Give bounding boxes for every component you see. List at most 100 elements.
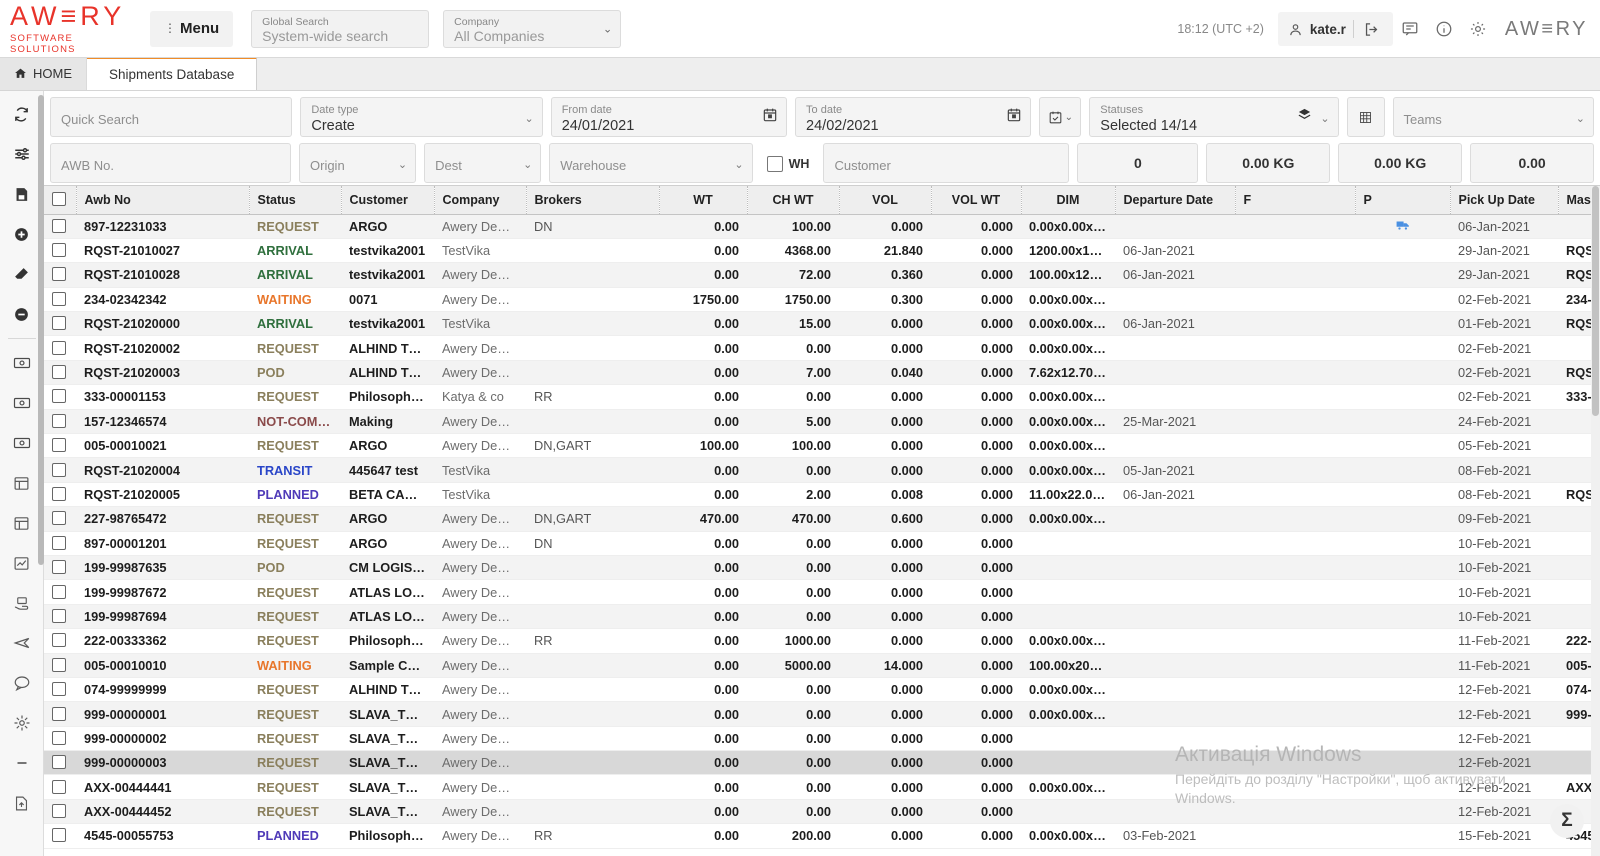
row-select-cell[interactable] — [44, 409, 76, 435]
layers-icon[interactable] — [1297, 107, 1312, 127]
tab-home[interactable]: HOME — [0, 57, 87, 90]
wh-checkbox[interactable] — [766, 156, 783, 172]
table-row[interactable]: 999-00000002 REQUEST SLAVA_TEST... Awery De… — [44, 726, 1600, 752]
table-row[interactable]: 234-02342342 WAITING 0071 Awery Demo ... 175… — [44, 287, 1600, 313]
company-select[interactable]: Company All Companies ⌄ — [443, 9, 622, 48]
row-select-cell[interactable] — [44, 823, 76, 849]
row-checkbox[interactable] — [52, 535, 66, 550]
table-row[interactable]: AXX-00444452 REQUEST SLAVA_TEST... Awery De… — [44, 799, 1600, 825]
scrollbar-thumb[interactable] — [1592, 186, 1599, 416]
column-header-customer[interactable]: Customer — [341, 186, 435, 215]
table-row[interactable]: 999-00000001 REQUEST SLAVA_TEST... Awery De… — [44, 701, 1600, 727]
menu-button[interactable]: ⋮ Menu — [150, 10, 234, 47]
warehouse-select[interactable]: Warehouse ⌄ — [549, 143, 753, 183]
column-header-p[interactable]: P — [1355, 186, 1451, 215]
table-row[interactable]: AXX-00444441 REQUEST SLAVA_TEST... Awery De… — [44, 774, 1600, 800]
table-row[interactable]: RQST-21010028 ARRIVAL testvika2001 Awery De… — [44, 262, 1600, 288]
row-select-cell[interactable] — [44, 506, 76, 532]
select-all-checkbox[interactable] — [52, 192, 66, 207]
save-report-icon[interactable] — [2, 174, 42, 214]
row-checkbox[interactable] — [52, 340, 66, 355]
select-all-header[interactable] — [44, 186, 77, 215]
column-header-brokers[interactable]: Brokers — [526, 186, 660, 215]
table-row[interactable]: 005-00010021 REQUEST ARGO Awery Demo ... DN,… — [44, 433, 1600, 459]
row-checkbox[interactable] — [52, 730, 66, 745]
row-select-cell[interactable] — [44, 287, 76, 313]
row-select-cell[interactable] — [44, 262, 76, 288]
chat-icon[interactable] — [1393, 12, 1427, 46]
dest-select[interactable]: Dest ⌄ — [424, 143, 542, 183]
minus-icon[interactable] — [2, 743, 42, 783]
row-checkbox[interactable] — [52, 291, 66, 306]
table-row[interactable]: 222-00333362 REQUEST Philosophy G... Awery … — [44, 628, 1600, 654]
table-row[interactable]: 157-12346574 NOT-COMPL... Making Awery Demo… — [44, 409, 1600, 435]
table-row[interactable]: 4545-00055753 PLANNED Philosophy G... Awery… — [44, 823, 1600, 849]
column-header-vol-wt[interactable]: VOL WT — [931, 186, 1022, 215]
row-checkbox[interactable] — [52, 657, 66, 672]
table-row[interactable]: 999-00000003 REQUEST SLAVA_TEST... Awery De… — [44, 750, 1600, 776]
chart-icon[interactable] — [2, 543, 42, 583]
table-row[interactable]: RQST-21020003 POD ALHIND TOU... Awery Demo … — [44, 360, 1600, 386]
row-checkbox[interactable] — [52, 243, 66, 258]
row-select-cell[interactable] — [44, 628, 76, 654]
calendar-icon[interactable] — [1006, 107, 1022, 128]
cell-p[interactable] — [1355, 214, 1450, 239]
row-select-cell[interactable] — [44, 750, 76, 776]
row-checkbox[interactable] — [52, 804, 66, 819]
table-2-icon[interactable] — [2, 503, 42, 543]
hand-cargo-icon[interactable] — [2, 583, 42, 623]
row-checkbox[interactable] — [52, 633, 66, 648]
column-header-awb-no[interactable]: Awb No — [76, 186, 250, 215]
comment-icon[interactable] — [2, 663, 42, 703]
statuses-select[interactable]: Statuses Selected 14/14 ⌄ — [1089, 97, 1339, 137]
calendar-icon[interactable] — [762, 107, 778, 128]
wh-checkbox-group[interactable]: WH — [761, 143, 816, 185]
awb-no-input[interactable]: AWB No. — [50, 143, 291, 183]
table-row[interactable]: RQST-21020000 ARRIVAL testvika2001 TestVika… — [44, 311, 1600, 337]
row-select-cell[interactable] — [44, 335, 76, 361]
row-select-cell[interactable] — [44, 653, 76, 678]
table-row[interactable]: 005-00010010 WAITING Sample Cust... Awery D… — [44, 653, 1600, 678]
row-checkbox[interactable] — [52, 438, 66, 453]
column-header-f[interactable]: F — [1235, 186, 1356, 215]
column-header-pick-up-date[interactable]: Pick Up Date — [1450, 186, 1559, 215]
table-row[interactable]: RQST-21010027 ARRIVAL testvika2001 TestVika… — [44, 238, 1600, 264]
calendar-check-button[interactable]: ⌄ — [1039, 97, 1082, 137]
grid-config-button[interactable] — [1346, 97, 1385, 137]
tab-shipments-database[interactable]: Shipments Database — [87, 57, 258, 90]
row-checkbox[interactable] — [52, 486, 66, 501]
logout-icon[interactable] — [1361, 18, 1383, 40]
settings-star-icon[interactable] — [2, 703, 42, 743]
gear-icon[interactable] — [1461, 12, 1495, 46]
add-icon[interactable] — [2, 214, 42, 254]
customer-input[interactable]: Customer — [823, 143, 1070, 183]
table-row[interactable]: 897-00001201 REQUEST ARGO Awery Demo ... DN 0… — [44, 531, 1600, 556]
row-checkbox[interactable] — [52, 218, 66, 233]
user-menu[interactable]: kate.r — [1277, 12, 1393, 46]
row-checkbox[interactable] — [52, 413, 66, 428]
row-select-cell[interactable] — [44, 214, 76, 239]
row-select-cell[interactable] — [44, 384, 76, 410]
row-select-cell[interactable] — [44, 457, 76, 483]
info-icon[interactable] — [1427, 12, 1461, 46]
column-header-company[interactable]: Company — [434, 186, 527, 215]
row-select-cell[interactable] — [44, 433, 76, 459]
filter-settings-icon[interactable] — [2, 134, 42, 174]
table-row[interactable]: 227-98765472 REQUEST ARGO Awery Demo ... DN,… — [44, 506, 1600, 532]
quick-search-input[interactable]: Quick Search — [50, 97, 293, 137]
column-header-status[interactable]: Status — [249, 186, 342, 215]
to-date-input[interactable]: To date 24/02/2021 — [795, 97, 1032, 137]
row-select-cell[interactable] — [44, 311, 76, 337]
date-type-select[interactable]: Date type Create ⌄ — [300, 97, 543, 137]
row-checkbox[interactable] — [52, 389, 66, 404]
from-date-input[interactable]: From date 24/01/2021 — [550, 97, 788, 137]
table-row[interactable]: 074-99999999 REQUEST ALHIND TOU... Awery De… — [44, 677, 1600, 703]
row-checkbox[interactable] — [52, 706, 66, 721]
row-select-cell[interactable] — [44, 799, 76, 825]
column-header-wt[interactable]: WT — [659, 186, 748, 215]
column-header-departure-date[interactable]: Departure Date — [1115, 186, 1236, 215]
money-3-icon[interactable] — [2, 423, 42, 463]
sum-button[interactable]: Σ — [1550, 804, 1584, 838]
row-select-cell[interactable] — [44, 555, 76, 581]
row-select-cell[interactable] — [44, 579, 76, 605]
